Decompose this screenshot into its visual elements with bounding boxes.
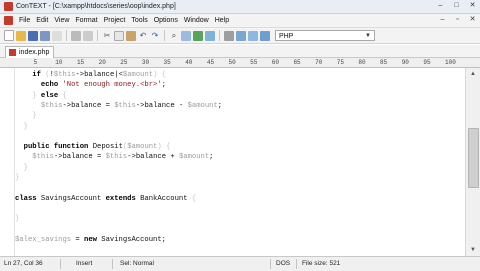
ruler-label: 70: [315, 59, 323, 66]
doc-minimize-button[interactable]: –: [438, 16, 447, 24]
undo-icon[interactable]: ↶: [138, 31, 148, 41]
edit-mode: Insert: [76, 260, 93, 267]
status-divider: [296, 259, 297, 269]
code-line[interactable]: $this->balance = $this->balance - $amoun…: [15, 101, 222, 112]
menu-format[interactable]: Format: [72, 17, 100, 24]
code-line[interactable]: $this->balance = $this->balance + $amoun…: [15, 152, 213, 163]
print-preview-icon[interactable]: [83, 30, 93, 41]
status-divider: [60, 259, 61, 269]
selection-mode: Sel: Normal: [120, 260, 154, 267]
ruler-label: 55: [250, 59, 258, 66]
language-select[interactable]: PHP ▼: [275, 30, 375, 41]
paste-icon[interactable]: [126, 30, 136, 41]
code-line[interactable]: class SavingsAccount extends BankAccount…: [15, 194, 196, 205]
run-icon[interactable]: [248, 30, 258, 41]
help-icon[interactable]: [260, 30, 270, 41]
toolbar: ✂ ↶ ↷ ⌕ PHP ▼: [0, 28, 480, 44]
menu-file[interactable]: File: [16, 17, 33, 24]
redo-icon[interactable]: ↷: [150, 31, 160, 41]
close-button[interactable]: ✕: [468, 2, 477, 10]
column-ruler: 5 10 15 20 25 30 35 40 45 50 55 60 65 70 75 80 85 90 95 100: [0, 58, 480, 68]
ruler-label: 50: [228, 59, 236, 66]
code-line[interactable]: $alex_savings = new SavingsAccount;: [15, 235, 166, 246]
tools-icon[interactable]: [224, 30, 234, 41]
scroll-up-icon[interactable]: ▲: [466, 68, 480, 80]
code-editor[interactable]: if (!$this->balance|<$amount) { echo 'No…: [15, 68, 465, 256]
close-file-icon[interactable]: [52, 30, 62, 41]
ruler-label: 90: [401, 59, 409, 66]
open-folder-icon[interactable]: [16, 30, 26, 41]
menu-bar: File Edit View Format Project Tools Opti…: [0, 14, 480, 28]
toolbar-divider: [66, 30, 67, 41]
document-icon[interactable]: [4, 16, 13, 25]
status-divider: [270, 259, 271, 269]
tab-index-php[interactable]: index.php: [5, 46, 55, 58]
ruler-label: 35: [163, 59, 171, 66]
ruler-label: 80: [358, 59, 366, 66]
menu-view[interactable]: View: [51, 17, 72, 24]
chevron-down-icon: ▼: [365, 33, 371, 39]
menu-project[interactable]: Project: [101, 17, 129, 24]
line-ending-format: DOS: [276, 260, 291, 267]
ruler-label: 5: [33, 59, 38, 66]
app-icon: [4, 2, 13, 11]
ruler-label: 75: [336, 59, 344, 66]
menu-window[interactable]: Window: [181, 17, 212, 24]
save-all-icon[interactable]: [40, 30, 50, 41]
code-line[interactable]: }: [15, 122, 28, 133]
menu-edit[interactable]: Edit: [33, 17, 51, 24]
scrollbar-thumb[interactable]: [468, 128, 479, 188]
new-file-icon[interactable]: [4, 30, 14, 41]
macro-icon[interactable]: [236, 30, 246, 41]
status-bar: Ln 27, Col 36 Insert Sel: Normal DOS Fil…: [0, 256, 480, 271]
menu-tools[interactable]: Tools: [128, 17, 150, 24]
scroll-down-icon[interactable]: ▼: [466, 244, 480, 256]
toolbar-divider: [164, 30, 165, 41]
ruler-label: 60: [271, 59, 279, 66]
php-file-icon: [9, 49, 16, 56]
ruler-label: 45: [206, 59, 215, 66]
doc-close-button[interactable]: ✕: [468, 16, 477, 24]
cursor-position: Ln 27, Col 36: [4, 260, 43, 267]
ruler-label: 85: [380, 59, 388, 66]
toolbar-divider: [219, 30, 220, 41]
ruler-label: 40: [185, 59, 193, 66]
find-icon[interactable]: ⌕: [169, 31, 179, 41]
ruler-label: 65: [293, 59, 301, 66]
find-next-icon[interactable]: [193, 30, 203, 41]
highlight-icon[interactable]: [205, 30, 215, 41]
ruler-label: 15: [76, 59, 85, 66]
ruler-label: 100: [445, 59, 456, 66]
replace-icon[interactable]: [181, 30, 191, 41]
ruler-label: 20: [98, 59, 106, 66]
save-icon[interactable]: [28, 30, 38, 41]
ruler-label: 10: [55, 59, 63, 66]
ruler-label: 95: [423, 59, 431, 66]
tab-bar: index.php: [0, 45, 480, 58]
doc-restore-button[interactable]: ▫: [453, 16, 462, 24]
toolbar-divider: [97, 30, 98, 41]
menu-help[interactable]: Help: [212, 17, 232, 24]
copy-icon[interactable]: [114, 30, 124, 41]
vertical-scrollbar[interactable]: ▲ ▼: [465, 68, 480, 256]
menu-options[interactable]: Options: [151, 17, 181, 24]
maximize-button[interactable]: □: [452, 2, 461, 10]
title-bar: ConTEXT - [C:\xampp\htdocs\series\oop\in…: [0, 0, 480, 14]
status-divider: [112, 259, 113, 269]
code-line[interactable]: }: [15, 214, 19, 225]
print-icon[interactable]: [71, 30, 81, 41]
tab-label: index.php: [19, 49, 50, 56]
language-value: PHP: [279, 33, 294, 40]
ruler-label: 30: [141, 59, 150, 66]
code-line[interactable]: }: [15, 173, 19, 184]
ruler-label: 25: [120, 59, 128, 66]
cut-icon[interactable]: ✂: [102, 31, 112, 41]
file-size: File size: 521: [302, 260, 341, 267]
line-gutter: [0, 68, 15, 256]
window-title: ConTEXT - [C:\xampp\htdocs\series\oop\in…: [16, 3, 176, 10]
minimize-button[interactable]: –: [436, 2, 445, 10]
